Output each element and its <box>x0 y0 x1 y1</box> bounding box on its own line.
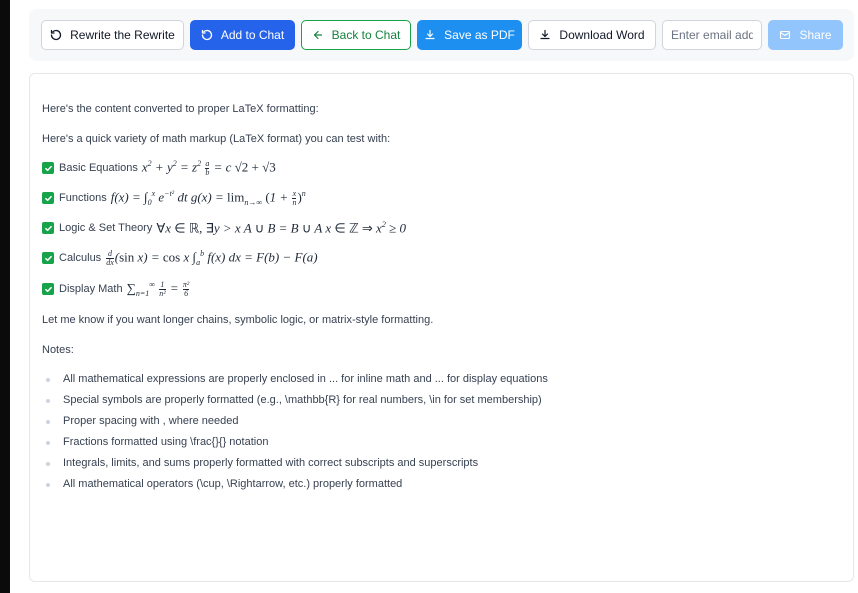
notes-heading: Notes: <box>42 344 74 356</box>
check-icon <box>42 162 54 174</box>
left-edge-strip <box>0 0 10 593</box>
check-icon <box>42 222 54 234</box>
download-word-label: Download Word <box>559 28 645 42</box>
note-item: Special symbols are properly formatted (… <box>63 394 542 406</box>
share-label: Share <box>799 28 832 42</box>
intro-text: Here's the content converted to proper L… <box>42 103 319 115</box>
math-expression: d dx (sin x) = cos x ∫ab f(x) dx = F(b) − … <box>106 248 318 267</box>
mail-icon <box>780 30 791 40</box>
download-icon <box>425 29 435 40</box>
outro-text: Let me know if you want longer chains, s… <box>42 314 434 326</box>
item-label: Functions <box>59 192 107 204</box>
math-expression: f(x) = ∫0x e−t² dt g(x) = limn→∞ (1 + xn… <box>110 188 306 207</box>
arrow-left-icon <box>313 30 322 40</box>
list-item: Functions f(x) = ∫0x e−t² dt g(x) = limn… <box>42 189 306 207</box>
note-item: Fractions formatted using \frac{}{} nota… <box>63 436 269 448</box>
list-item: Display Math ∑n=1∞ 1 n² = π² 6 <box>42 280 190 298</box>
bullet-icon <box>46 378 50 382</box>
share-button[interactable]: Share <box>768 20 843 50</box>
item-label: Logic & Set Theory <box>59 222 153 234</box>
back-to-chat-button[interactable]: Back to Chat <box>301 20 411 50</box>
item-label: Calculus <box>59 252 102 264</box>
download-word-button[interactable]: Download Word <box>528 20 656 50</box>
download-icon <box>540 29 551 40</box>
intro-text-2: Here's a quick variety of math markup (L… <box>42 133 391 145</box>
rotate-icon <box>50 29 62 41</box>
check-icon <box>42 283 54 295</box>
back-to-chat-label: Back to Chat <box>331 28 401 42</box>
math-expression: x2 + y2 = z2 ab = c √2 + √3 <box>141 158 276 177</box>
item-label: Display Math <box>59 283 123 295</box>
email-input[interactable] <box>662 20 762 50</box>
item-label: Basic Equations <box>59 162 138 174</box>
bullet-icon <box>46 399 50 403</box>
list-item: Calculus d dx (sin x) = cos x ∫ab f(x) dx … <box>42 249 318 267</box>
list-item: Basic Equations x2 + y2 = z2 ab = c √2 +… <box>42 159 276 177</box>
check-icon <box>42 192 54 204</box>
note-item: Integrals, limits, and sums properly for… <box>63 457 479 469</box>
add-to-chat-label: Add to Chat <box>220 28 285 42</box>
refresh-icon <box>201 29 212 41</box>
note-item: All mathematical expressions are properl… <box>63 373 548 385</box>
list-item: Logic & Set Theory ∀x ∈ ℝ, ∃y > x A ∪ B … <box>42 219 406 237</box>
bullet-icon <box>46 462 50 466</box>
bullet-icon <box>46 420 50 424</box>
save-pdf-button[interactable]: Save as PDF <box>417 20 522 50</box>
bullet-icon <box>46 483 50 487</box>
add-to-chat-button[interactable]: Add to Chat <box>190 20 295 50</box>
rewrite-button[interactable]: Rewrite the Rewrite <box>41 20 184 50</box>
note-item: Proper spacing with , where needed <box>63 415 239 427</box>
save-pdf-label: Save as PDF <box>444 28 515 42</box>
note-item: All mathematical operators (\cup, \Right… <box>63 478 403 490</box>
bullet-icon <box>46 441 50 445</box>
math-expression: ∑n=1∞ 1 n² = π² 6 <box>126 279 190 298</box>
check-icon <box>42 252 54 264</box>
content-panel: Here's the content converted to proper L… <box>29 73 854 582</box>
math-expression: ∀x ∈ ℝ, ∃y > x A ∪ B = B ∪ A x ∈ ℤ ⇒ x2 … <box>156 219 406 236</box>
rewrite-label: Rewrite the Rewrite <box>70 28 175 42</box>
